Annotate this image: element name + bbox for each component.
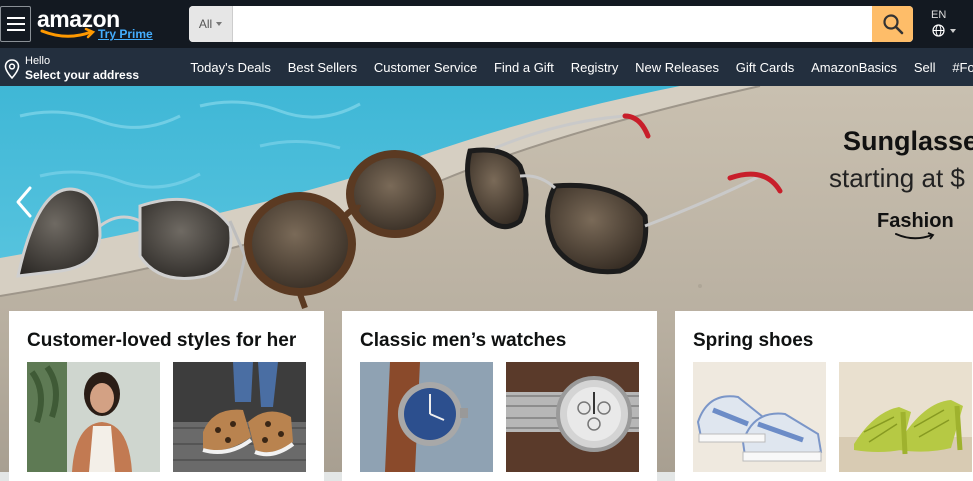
woman-cardigan-image bbox=[27, 362, 160, 472]
nav-link-todays-deals[interactable]: Today's Deals bbox=[182, 60, 279, 75]
nav-link-best-sellers[interactable]: Best Sellers bbox=[279, 60, 365, 75]
caret-down-icon bbox=[216, 22, 223, 26]
search-icon bbox=[882, 14, 903, 35]
hamburger-line bbox=[6, 23, 25, 25]
card-mens-watches[interactable]: Classic men’s watches bbox=[342, 311, 657, 481]
card-title: Spring shoes bbox=[693, 330, 814, 351]
nav-link-customer-service[interactable]: Customer Service bbox=[365, 60, 485, 75]
caret-down-icon bbox=[950, 29, 956, 33]
nav-link-gift-cards[interactable]: Gift Cards bbox=[727, 60, 802, 75]
search-button[interactable] bbox=[872, 6, 913, 42]
hamburger-line bbox=[6, 17, 25, 19]
green-heels-image bbox=[839, 362, 972, 472]
amazon-logo[interactable]: amazon Try Prime bbox=[37, 4, 157, 44]
language-selector[interactable]: EN bbox=[928, 8, 968, 40]
address-greeting: Hello bbox=[25, 55, 51, 67]
hero-subtitle: starting at $ bbox=[829, 163, 965, 193]
search-category-label: All bbox=[198, 17, 213, 31]
nav-link-new-releases[interactable]: New Releases bbox=[627, 60, 728, 75]
product-thumbnail[interactable] bbox=[693, 362, 826, 472]
location-pin-icon bbox=[4, 59, 20, 79]
nav-link-registry[interactable]: Registry bbox=[562, 60, 626, 75]
hero-title: Sunglasses bbox=[843, 126, 973, 156]
nav-link-find-a-gift[interactable]: Find a Gift bbox=[486, 60, 563, 75]
hamburger-line bbox=[6, 29, 25, 31]
address-label: Select your address bbox=[25, 68, 140, 82]
menu-hamburger-button[interactable] bbox=[0, 6, 31, 42]
card-title: Customer-loved styles for her bbox=[27, 330, 297, 351]
try-prime-link[interactable]: Try Prime bbox=[98, 27, 153, 41]
product-thumbnail[interactable] bbox=[173, 362, 306, 472]
delivery-address-selector[interactable]: Hello Select your address bbox=[4, 53, 164, 83]
nav-links: Today's Deals Best Sellers Customer Serv… bbox=[182, 48, 973, 86]
silver-chronograph-image bbox=[506, 362, 639, 472]
nav-link-amazonbasics[interactable]: AmazonBasics bbox=[803, 60, 906, 75]
leopard-sneakers-image bbox=[173, 362, 306, 472]
nav-link-sell[interactable]: Sell bbox=[905, 60, 943, 75]
sub-navigation: Hello Select your address Today's Deals … bbox=[0, 48, 973, 86]
top-header: amazon Try Prime All EN bbox=[0, 0, 973, 48]
amazon-smile-icon bbox=[895, 232, 935, 240]
blue-watch-image bbox=[360, 362, 493, 472]
search-input[interactable] bbox=[233, 6, 872, 42]
blue-sneakers-image bbox=[693, 362, 826, 472]
product-thumbnail[interactable] bbox=[839, 362, 972, 472]
hero-brand-label: Fashion bbox=[877, 210, 954, 232]
search-category-dropdown[interactable]: All bbox=[189, 6, 233, 42]
card-styles-for-her[interactable]: Customer-loved styles for her bbox=[9, 311, 324, 481]
product-thumbnail[interactable] bbox=[27, 362, 160, 472]
language-code: EN bbox=[931, 9, 947, 21]
carousel-prev-icon[interactable] bbox=[8, 182, 38, 222]
card-spring-shoes[interactable]: Spring shoes bbox=[675, 311, 973, 481]
search-bar: All bbox=[189, 6, 913, 42]
globe-icon bbox=[932, 24, 945, 37]
logo-smile-icon bbox=[40, 27, 96, 39]
card-title: Classic men’s watches bbox=[360, 330, 567, 351]
nav-link-found-it-on-amazon[interactable]: #FoundItOnAmazon bbox=[944, 60, 973, 75]
product-thumbnail[interactable] bbox=[360, 362, 493, 472]
product-thumbnail[interactable] bbox=[506, 362, 639, 472]
